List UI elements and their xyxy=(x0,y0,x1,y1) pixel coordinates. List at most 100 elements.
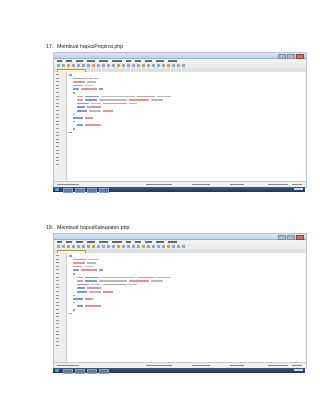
toolbar-button-icon xyxy=(172,245,175,248)
toolbar-button-icon xyxy=(172,64,175,67)
code-token xyxy=(85,276,99,279)
toolbar-button-icon xyxy=(107,64,110,67)
toolbar-button-icon xyxy=(102,64,105,67)
status-field xyxy=(57,183,79,186)
menu-item-placeholder xyxy=(87,60,95,62)
toolbar-button-icon xyxy=(122,64,125,67)
toolbar-button-icon xyxy=(97,64,100,67)
code-token xyxy=(87,262,96,264)
line-number xyxy=(56,92,59,93)
line-number xyxy=(56,280,59,282)
code-token xyxy=(73,117,83,119)
toolbar-button-icon xyxy=(152,64,155,67)
toolbar-button-icon xyxy=(77,64,80,67)
status-field xyxy=(268,364,288,367)
code-token xyxy=(77,95,83,98)
line-number xyxy=(56,330,59,332)
status-field xyxy=(230,364,244,367)
toolbar-button-icon xyxy=(167,64,170,67)
code-token xyxy=(81,88,97,90)
line-number xyxy=(56,120,59,122)
toolbar-button-icon xyxy=(162,64,165,67)
code-token xyxy=(103,283,127,286)
code-token xyxy=(73,273,75,275)
step-heading: 18. Membuat hapusKabupaten.php xyxy=(46,225,129,231)
line-number xyxy=(56,160,59,162)
toolbar-button-icon xyxy=(67,245,70,248)
line-number xyxy=(56,102,59,104)
status-field xyxy=(292,364,302,367)
menu-item-placeholder xyxy=(168,241,177,243)
taskbar-app-icon xyxy=(63,369,73,374)
code-token xyxy=(73,88,79,90)
toolbar-button-icon xyxy=(57,64,60,67)
line-number xyxy=(56,84,59,86)
code-token xyxy=(99,99,127,101)
line-number xyxy=(56,106,59,108)
line-number xyxy=(56,265,59,267)
line-number xyxy=(56,128,59,129)
line-number xyxy=(56,146,59,147)
code-token xyxy=(89,258,99,261)
line-number xyxy=(56,95,59,97)
line-number xyxy=(56,273,59,274)
menu-item-placeholder xyxy=(57,241,62,243)
toolbar-button-icon xyxy=(87,64,90,67)
toolbar-button-icon xyxy=(102,245,105,248)
code-token xyxy=(99,280,127,282)
toolbar-button-icon xyxy=(127,64,130,67)
menu-item-placeholder xyxy=(112,241,122,243)
toolbar-button-icon xyxy=(112,64,115,67)
line-number-gutter xyxy=(54,72,67,182)
step-number: 18. xyxy=(46,225,54,231)
line-number xyxy=(56,283,59,285)
code-token xyxy=(89,77,99,80)
line-number xyxy=(56,110,59,111)
code-token xyxy=(77,124,83,126)
toolbar-button-icon xyxy=(112,245,115,248)
toolbar-button-icon xyxy=(132,245,135,248)
code-token xyxy=(85,117,93,119)
taskbar-app-icon xyxy=(87,369,97,374)
toolbar-button-icon xyxy=(122,245,125,248)
menu-item-placeholder xyxy=(156,241,164,243)
line-number xyxy=(56,142,59,144)
step-title: Membuat hapusPropinsi.php xyxy=(57,44,124,50)
toolbar-button-icon xyxy=(82,245,85,248)
line-number xyxy=(56,301,59,303)
line-number xyxy=(56,99,59,101)
code-token xyxy=(129,102,137,105)
code-token xyxy=(77,276,83,279)
taskbar-app-icon xyxy=(99,369,109,374)
toolbar-button-icon xyxy=(147,64,150,67)
toolbar-button-icon xyxy=(152,245,155,248)
line-number xyxy=(56,287,59,289)
toolbar-button-icon xyxy=(97,245,100,248)
menu-item-placeholder xyxy=(145,241,152,243)
code-token xyxy=(129,283,137,286)
taskbar-clock xyxy=(294,188,303,191)
toolbar-button-icon xyxy=(92,245,95,248)
menu-item-placeholder xyxy=(76,60,83,62)
step-number: 17. xyxy=(46,44,54,50)
code-token xyxy=(99,269,103,271)
code-token xyxy=(77,99,83,101)
code-token xyxy=(69,255,72,257)
code-token xyxy=(73,84,83,87)
code-token xyxy=(77,280,83,282)
toolbar-button-icon xyxy=(62,64,65,67)
line-number xyxy=(56,341,59,343)
code-token xyxy=(73,309,75,311)
taskbar-app-icon xyxy=(75,369,85,374)
menu-item-placeholder xyxy=(126,60,131,62)
code-token xyxy=(157,95,171,98)
code-token xyxy=(129,280,149,282)
code-token xyxy=(73,265,83,268)
code-token xyxy=(151,99,163,101)
code-token xyxy=(85,280,97,282)
line-number xyxy=(56,88,59,90)
code-token xyxy=(77,102,89,105)
code-token xyxy=(73,294,75,297)
line-number xyxy=(56,262,59,264)
code-token xyxy=(77,287,85,289)
